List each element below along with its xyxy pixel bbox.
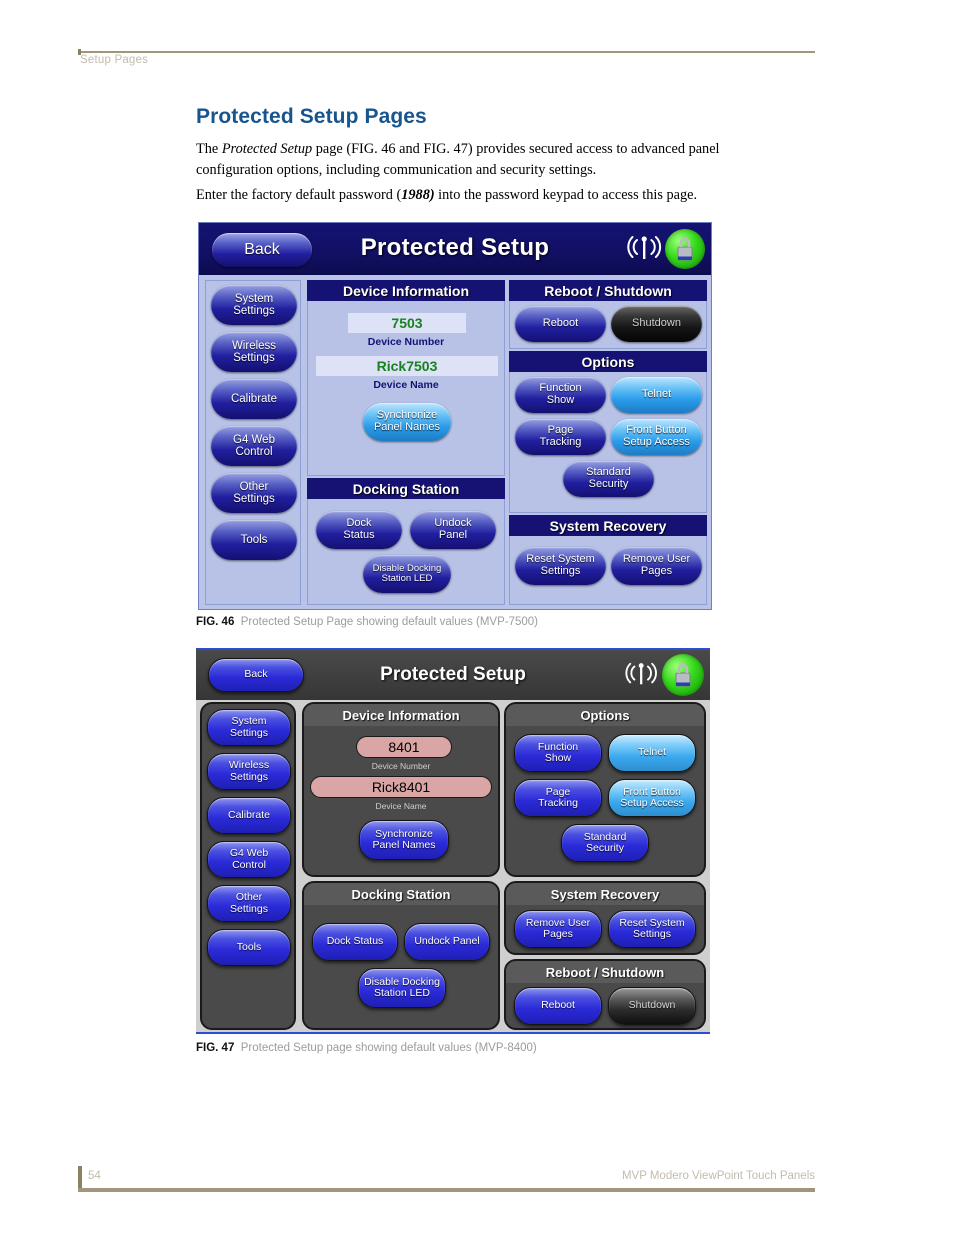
fig47-options-header: Options	[506, 704, 704, 726]
fig46-dock-status-button[interactable]: Dock Status	[316, 511, 402, 549]
fig47-device-number-value: 8401	[356, 736, 452, 758]
fig46-docking-station-body: Dock Status Undock Panel Disable Docking St…	[307, 499, 505, 605]
fig46-function-show-button[interactable]: Function Show	[515, 377, 606, 413]
paragraph1-italic: Protected Setup	[221, 141, 313, 157]
figure-46-number: FIG. 46	[196, 616, 235, 628]
fig46-sidebar: System Settings Wireless Settings Calibrat…	[205, 280, 301, 605]
fig47-options-group: Options Function Show Telnet Page Tracking…	[504, 702, 706, 877]
fig47-reboot-button[interactable]: Reboot	[514, 987, 602, 1025]
fig46-device-information-header: Device Information	[307, 280, 505, 301]
figure-46-caption-text: Protected Setup Page showing default val…	[240, 616, 539, 628]
paragraph2-part-b: into the password keypad to access this …	[434, 187, 698, 203]
page-title: Protected Setup Pages	[196, 105, 427, 128]
fig47-reset-system-settings-button[interactable]: Reset System Settings	[608, 910, 696, 948]
running-head: Setup Pages	[80, 54, 149, 66]
fig47-docking-station-header: Docking Station	[304, 883, 498, 905]
fig46-disable-docking-station-led-button[interactable]: Disable Docking Station LED	[363, 555, 451, 593]
fig46-device-name-label: Device Name	[373, 379, 439, 391]
figure-47-caption: FIG. 47 Protected Setup page showing def…	[196, 1042, 537, 1054]
wireless-signal-icon	[625, 662, 657, 685]
fig46-sidebar-item-g4-web-control[interactable]: G4 Web Control	[211, 426, 297, 466]
figure-47-number: FIG. 47	[196, 1042, 235, 1054]
password-value: 1988)	[401, 187, 435, 203]
fig46-sidebar-item-other-settings[interactable]: Other Settings	[211, 473, 297, 513]
fig47-system-recovery-group: System Recovery Remove User Pages Reset S…	[504, 881, 706, 955]
fig47-undock-panel-button[interactable]: Undock Panel	[404, 923, 490, 961]
fig47-sidebar-item-calibrate[interactable]: Calibrate	[207, 797, 291, 834]
fig46-system-recovery-header: System Recovery	[509, 515, 707, 536]
fig47-docking-station-group: Docking Station Dock Status Undock Panel…	[302, 881, 500, 1030]
fig46-reset-system-settings-button[interactable]: Reset System Settings	[515, 547, 606, 585]
fig46-synchronize-panel-names-button[interactable]: Synchronize Panel Names	[363, 403, 451, 441]
fig47-system-recovery-header: System Recovery	[506, 883, 704, 905]
fig46-telnet-button[interactable]: Telnet	[611, 377, 702, 413]
fig47-sidebar: System Settings Wireless Settings Calibrat…	[200, 702, 296, 1030]
fig46-device-name-value: Rick7503	[316, 356, 498, 376]
fig47-reboot-shutdown-group: Reboot / Shutdown Reboot Shutdown	[504, 959, 706, 1030]
header-rule	[78, 49, 815, 55]
fig46-titlebar: Back Protected Setup	[199, 223, 711, 275]
fig46-docking-station-header: Docking Station	[307, 478, 505, 499]
fig47-sidebar-item-other-settings[interactable]: Other Settings	[207, 885, 291, 922]
fig47-device-information-group: Device Information 8401 Device Number Ri…	[302, 702, 500, 877]
fig46-reboot-shutdown-header: Reboot / Shutdown	[509, 280, 707, 301]
fig47-telnet-button[interactable]: Telnet	[608, 734, 696, 772]
password-paragraph: Enter the factory default password (1988…	[196, 185, 744, 206]
fig46-system-recovery-body: Reset System Settings Remove User Pages	[509, 536, 707, 605]
footer-rule	[78, 1188, 815, 1192]
fig47-device-name-value: Rick8401	[310, 776, 492, 798]
fig46-sidebar-item-calibrate[interactable]: Calibrate	[211, 379, 297, 419]
lock-icon	[662, 654, 704, 696]
fig46-undock-panel-button[interactable]: Undock Panel	[410, 511, 496, 549]
fig46-front-button-setup-access-button[interactable]: Front Button Setup Access	[611, 419, 702, 455]
figure-47-caption-text: Protected Setup page showing default val…	[240, 1042, 537, 1054]
footer-product-name: MVP Modero ViewPoint Touch Panels	[621, 1170, 815, 1182]
fig46-remove-user-pages-button[interactable]: Remove User Pages	[611, 547, 702, 585]
fig47-standard-security-button[interactable]: Standard Security	[561, 824, 649, 862]
fig47-device-number-label: Device Number	[371, 761, 431, 771]
fig46-right-column: Reboot / Shutdown Reboot Shutdown Option…	[509, 280, 707, 605]
fig46-standard-security-button[interactable]: Standard Security	[563, 461, 654, 497]
fig46-options-header: Options	[509, 351, 707, 372]
lock-icon	[665, 229, 705, 269]
fig46-device-number-value: 7503	[348, 313, 466, 333]
fig46-sidebar-item-system-settings[interactable]: System Settings	[211, 285, 297, 325]
fig47-sidebar-item-g4-web-control[interactable]: G4 Web Control	[207, 841, 291, 878]
fig47-sidebar-item-system-settings[interactable]: System Settings	[207, 709, 291, 746]
paragraph2-part-a: Enter the factory default password (	[196, 187, 402, 203]
fig47-function-show-button[interactable]: Function Show	[514, 734, 602, 772]
fig47-sidebar-item-tools[interactable]: Tools	[207, 929, 291, 966]
fig46-reboot-shutdown-body: Reboot Shutdown	[509, 301, 707, 349]
fig46-reboot-button[interactable]: Reboot	[515, 306, 606, 342]
fig46-middle-column: Device Information 7503 Device Number Ri…	[307, 280, 505, 605]
figure-46-protected-setup-mvp7500: Back Protected Setup System Settings Wire…	[198, 222, 712, 610]
fig46-device-information-body: 7503 Device Number Rick7503 Device Name …	[307, 301, 505, 476]
fig46-sidebar-item-wireless-settings[interactable]: Wireless Settings	[211, 332, 297, 372]
fig47-reboot-shutdown-header: Reboot / Shutdown	[506, 961, 704, 983]
fig47-page-tracking-button[interactable]: Page Tracking	[514, 779, 602, 817]
fig46-device-number-label: Device Number	[367, 336, 445, 348]
fig46-options-body: Function Show Telnet Page Tracking Front B…	[509, 372, 707, 513]
fig47-remove-user-pages-button[interactable]: Remove User Pages	[514, 910, 602, 948]
figure-47-protected-setup-mvp8400: Back Protected Setup System Settings Wire…	[196, 648, 710, 1034]
fig47-disable-docking-station-led-button[interactable]: Disable Docking Station LED	[358, 968, 446, 1008]
fig46-sidebar-item-tools[interactable]: Tools	[211, 520, 297, 560]
fig47-device-information-header: Device Information	[304, 704, 498, 726]
fig47-synchronize-panel-names-button[interactable]: Synchronize Panel Names	[359, 820, 449, 860]
fig47-sidebar-item-wireless-settings[interactable]: Wireless Settings	[207, 753, 291, 790]
wireless-signal-icon	[627, 236, 662, 259]
fig47-device-name-label: Device Name	[375, 801, 427, 811]
intro-paragraph: The Protected Setup page (FIG. 46 and FI…	[196, 139, 744, 181]
fig47-shutdown-button[interactable]: Shutdown	[608, 987, 696, 1025]
fig47-titlebar: Back Protected Setup	[196, 650, 710, 700]
fig46-shutdown-button[interactable]: Shutdown	[611, 306, 702, 342]
fig47-dock-status-button[interactable]: Dock Status	[312, 923, 398, 961]
fig46-page-tracking-button[interactable]: Page Tracking	[515, 419, 606, 455]
figure-46-caption: FIG. 46 Protected Setup Page showing def…	[196, 616, 538, 628]
fig47-front-button-setup-access-button[interactable]: Front Button Setup Access	[608, 779, 696, 817]
page-number: 54	[88, 1170, 101, 1182]
paragraph1-part-a: The	[196, 141, 222, 157]
